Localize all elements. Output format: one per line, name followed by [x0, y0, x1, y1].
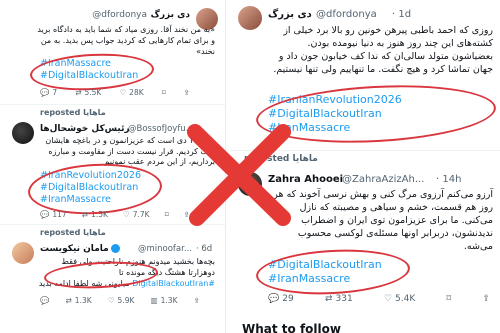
like-button[interactable]: ♡ 5.9K [108, 296, 135, 305]
bookmark-icon: ⌑ [446, 294, 452, 304]
share-button[interactable]: ⇪ [184, 88, 190, 97]
verified-badge-icon [110, 244, 120, 253]
tweet-text: «به من نخند آقا. روزی میاد که شما باید ب… [37, 25, 215, 56]
repost-count: 5.5K [84, 88, 102, 97]
author-handle[interactable]: @BossofJoyfu... [128, 124, 194, 134]
repost-button[interactable]: ⇄ 5.5K [75, 88, 101, 97]
like-count: 28K [129, 88, 144, 97]
red-annotation-oval [254, 246, 412, 298]
share-icon: ⇪ [482, 294, 490, 304]
repost-count: 1.5K [91, 210, 108, 219]
share-button[interactable]: ⇪ [194, 296, 200, 305]
tweet-card[interactable]: دی بزرگ @dfordonya «به من نخند آقا. روزی… [0, 0, 225, 104]
reply-icon: 💬 [40, 296, 50, 305]
bookmark-button[interactable]: ⌑ [447, 294, 452, 304]
avatar[interactable] [12, 242, 34, 264]
like-count: 5.9K [117, 296, 135, 305]
author-name[interactable]: مامان نیکویست [40, 244, 120, 254]
views-icon: ▥ [150, 296, 158, 305]
repost-count: 331 [335, 294, 353, 304]
bookmark-button[interactable]: ⌑ [162, 88, 166, 97]
avatar[interactable] [12, 122, 34, 144]
reply-count: 29 [282, 294, 294, 304]
tweet-actions: 💬 117 ⇄ 1.5K ♡ 7.7K ⌑ ⇪ [40, 210, 190, 219]
like-button[interactable]: ♡ 28K [119, 88, 143, 97]
repost-indicator: reposted ماهایا [40, 108, 106, 117]
repost-icon: ⇄ [75, 88, 82, 97]
tweet-text: روزی که احمد باطبی پیرهن خونین رو بالا ب… [273, 25, 493, 75]
reply-count: 117 [52, 210, 67, 219]
tweet-time[interactable]: · 6d [196, 244, 212, 254]
share-icon: ⇪ [193, 296, 200, 305]
like-button[interactable]: ♡ 5.4K [384, 294, 415, 304]
author-handle[interactable]: @minoofar... [138, 244, 192, 254]
repost-button[interactable]: ⇄ 1.5K [82, 210, 108, 219]
red-cross-mark-icon [187, 124, 291, 226]
views-button[interactable]: ▥ 1.3K [151, 296, 178, 305]
bookmark-icon: ⌑ [164, 210, 169, 219]
author-handle[interactable]: @dfordonya [92, 10, 147, 20]
reply-icon: 💬 [40, 88, 50, 97]
bookmark-icon: ⌑ [161, 88, 166, 97]
reply-button[interactable]: 💬 29 [268, 294, 294, 304]
reply-icon: 💬 [40, 210, 50, 219]
bookmark-button[interactable]: ⌑ [165, 210, 169, 219]
author-handle[interactable]: @dfordonya [316, 9, 377, 20]
tweet-actions: 💬 ⇄ 1.3K ♡ 5.9K ▥ 1.3K ⇪ [40, 296, 200, 305]
repost-indicator: reposted ماهایا [40, 228, 106, 237]
views-count: 1.3K [160, 296, 178, 305]
author-name[interactable]: دی بزرگ [268, 9, 312, 20]
share-button[interactable]: ⇪ [482, 294, 490, 304]
what-to-follow-heading: What to follow [242, 322, 341, 333]
tweet-actions: 💬 29 ⇄ 331 ♡ 5.4K ⌑ ⇪ [268, 294, 490, 304]
heart-icon: ♡ [123, 210, 130, 219]
heart-icon: ♡ [119, 88, 127, 97]
author-name[interactable]: دی بزرگ [151, 10, 190, 20]
reply-icon: 💬 [268, 294, 280, 304]
repost-button[interactable]: ⇄ 1.3K [66, 296, 92, 305]
repost-button[interactable]: ⇄ 331 [325, 294, 353, 304]
author-name[interactable]: رئیس‌کل خوشحال‌ها [40, 124, 130, 134]
like-count: 5.4K [395, 294, 416, 304]
tweet-card[interactable]: مامان نیکویست @minoofar... · 6d بچه‌ها ب… [0, 238, 225, 333]
heart-icon: ♡ [107, 296, 115, 305]
reply-count: 7 [52, 88, 58, 97]
share-icon: ⇪ [183, 88, 190, 97]
tweet-actions: 💬 7 ⇄ 5.5K ♡ 28K ⌑ ⇪ [40, 88, 190, 97]
repost-count: 1.3K [74, 296, 92, 305]
divider [0, 104, 225, 105]
reply-button[interactable]: 💬 7 [40, 88, 57, 97]
repost-icon: ⇄ [324, 294, 333, 304]
repost-icon: ⇄ [65, 296, 72, 305]
tweet-time[interactable]: · 1d [392, 9, 411, 20]
like-count: 7.7K [132, 210, 150, 219]
reply-button[interactable]: 💬 [40, 296, 49, 305]
author-handle[interactable]: @ZahraAzizAh... [342, 174, 424, 185]
repost-icon: ⇄ [81, 210, 89, 219]
heart-icon: ♡ [383, 294, 393, 304]
like-button[interactable]: ♡ 7.7K [123, 210, 150, 219]
avatar[interactable] [238, 6, 262, 30]
tweet-time[interactable]: · 14h [436, 174, 461, 185]
reply-button[interactable]: 💬 117 [40, 210, 67, 219]
tweet-text: آرزو می‌کنم آرزوی مرگ کنی و بهش نرسی آخو… [273, 189, 493, 252]
